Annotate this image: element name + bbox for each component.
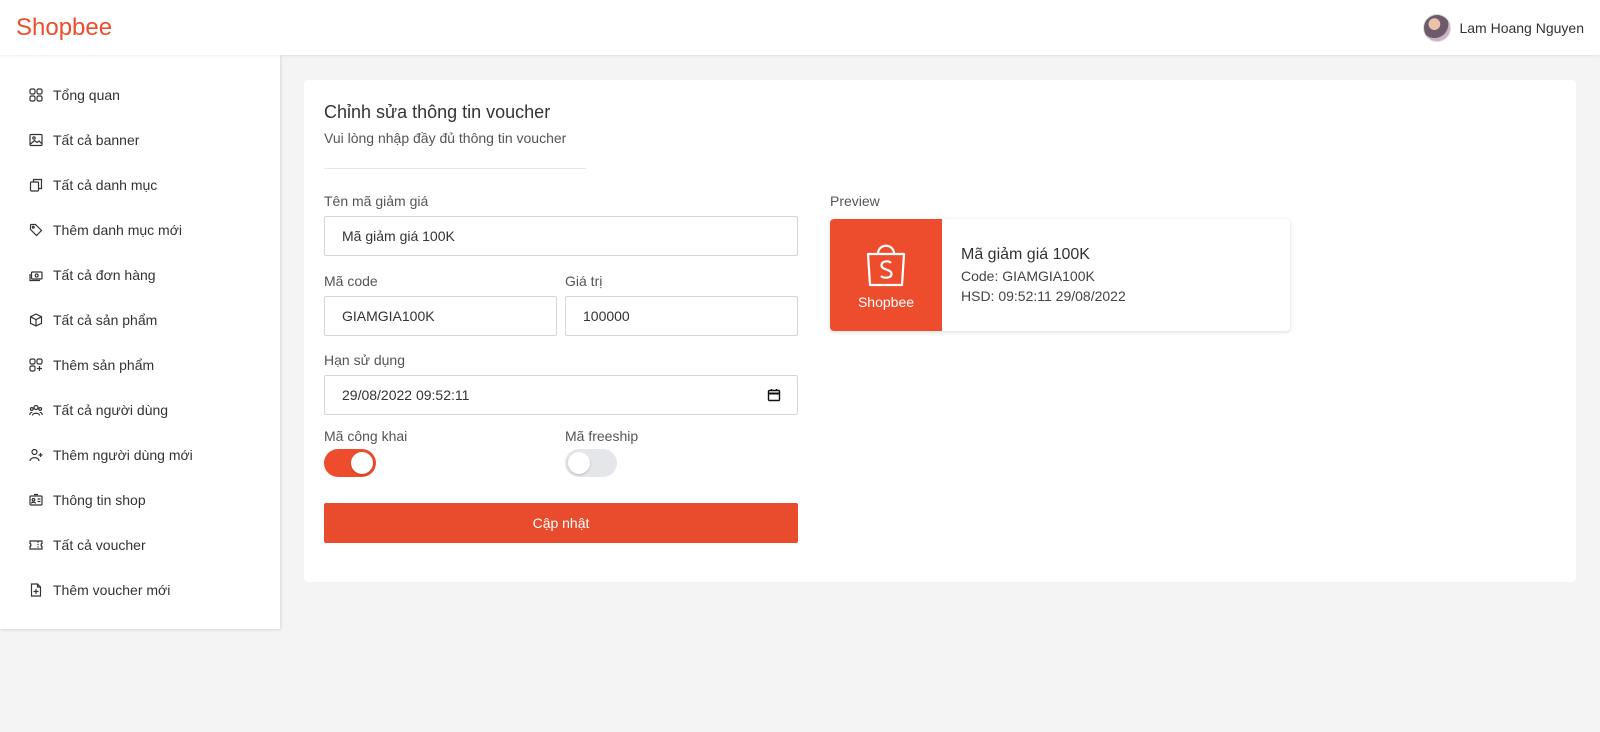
voucher-name-value: Mã giảm giá 100K [342, 228, 455, 244]
top-header: Shopbee Lam Hoang Nguyen [0, 0, 1600, 55]
sidebar-item-vouchers[interactable]: Tất cả voucher [0, 522, 280, 567]
voucher-code-input[interactable]: GIAMGIA100K [324, 296, 557, 336]
calendar-icon[interactable] [767, 388, 781, 402]
toggle-knob [568, 452, 590, 474]
sidebar-item-label: Tổng quan [53, 86, 120, 103]
brand-logo[interactable]: Shopbee [16, 14, 112, 42]
sidebar-item-label: Thêm người dùng mới [53, 446, 193, 463]
preview-brand-name: Shopbee [857, 294, 915, 310]
update-button[interactable]: Cập nhật [324, 503, 798, 543]
cash-icon [29, 268, 43, 282]
shopping-bag-icon [866, 244, 906, 287]
voucher-code-label: Mã code [324, 273, 378, 289]
sidebar-item-add-user[interactable]: Thêm người dùng mới [0, 432, 280, 477]
sidebar-item-orders[interactable]: Tất cả đơn hàng [0, 252, 280, 297]
voucher-edit-card: Chỉnh sửa thông tin voucher Vui lòng nhậ… [304, 80, 1576, 582]
voucher-code-value: GIAMGIA100K [342, 308, 435, 324]
sidebar-item-label: Tất cả đơn hàng [53, 266, 156, 283]
sidebar-item-overview[interactable]: Tổng quan [0, 72, 280, 117]
preview-brand-panel: Shopbee [830, 219, 942, 331]
sidebar-item-label: Tất cả người dùng [53, 401, 169, 418]
user-plus-icon [29, 448, 43, 462]
ticket-icon [29, 538, 43, 552]
sidebar-item-add-category[interactable]: Thêm danh mục mới [0, 207, 280, 252]
sidebar-item-products[interactable]: Tất cả sản phẩm [0, 297, 280, 342]
voucher-value-input[interactable]: 100000 [565, 296, 798, 336]
sidebar-item-label: Thêm danh mục mới [53, 221, 183, 238]
expiry-label: Hạn sử dụng [324, 352, 405, 368]
sidebar-item-add-product[interactable]: Thêm sản phẩm [0, 342, 280, 387]
id-card-icon [29, 493, 43, 507]
voucher-value-value: 100000 [583, 308, 630, 324]
expiry-datetime-input[interactable]: 29/08/2022 09:52:11 [324, 375, 798, 415]
preview-voucher-title: Mã giảm giá 100K [961, 246, 1090, 263]
voucher-name-label: Tên mã giảm giá [324, 193, 429, 209]
avatar [1423, 13, 1452, 42]
grid-plus-icon [29, 357, 43, 372]
sidebar: Tổng quan Tất cả banner Tất cả danh mục … [0, 55, 280, 629]
sidebar-item-banners[interactable]: Tất cả banner [0, 117, 280, 162]
tag-icon [29, 223, 43, 237]
sidebar-item-label: Tất cả sản phẩm [53, 311, 158, 328]
voucher-preview-card: Shopbee Mã giảm giá 100K Code: GIAMGIA10… [830, 219, 1290, 331]
sidebar-item-users[interactable]: Tất cả người dùng [0, 387, 280, 432]
expiry-value: 29/08/2022 09:52:11 [342, 387, 470, 403]
sidebar-item-add-voucher[interactable]: Thêm voucher mới [0, 567, 280, 612]
sidebar-item-label: Tất cả banner [53, 131, 140, 148]
freeship-toggle[interactable] [565, 449, 617, 477]
copy-icon [29, 178, 43, 192]
divider [324, 168, 586, 169]
public-code-label: Mã công khai [324, 428, 408, 444]
file-plus-icon [29, 582, 43, 597]
box-icon [29, 312, 43, 327]
voucher-name-input[interactable]: Mã giảm giá 100K [324, 216, 798, 256]
sidebar-item-categories[interactable]: Tất cả danh mục [0, 162, 280, 207]
preview-label: Preview [830, 193, 880, 209]
preview-voucher-expiry: HSD: 09:52:11 29/08/2022 [961, 288, 1126, 304]
user-name: Lam Hoang Nguyen [1459, 19, 1584, 36]
sidebar-item-shop-info[interactable]: Thông tin shop [0, 477, 280, 522]
image-icon [29, 133, 43, 147]
page-subtitle: Vui lòng nhập đầy đủ thông tin voucher [324, 130, 567, 146]
public-code-toggle[interactable] [324, 449, 376, 477]
user-menu[interactable]: Lam Hoang Nguyen [1423, 13, 1584, 42]
users-icon [29, 403, 43, 417]
voucher-value-label: Giá trị [565, 273, 603, 289]
toggle-knob [351, 452, 373, 474]
sidebar-item-label: Tất cả danh mục [53, 176, 158, 193]
sidebar-item-label: Tất cả voucher [53, 536, 146, 553]
sidebar-item-label: Thêm sản phẩm [53, 356, 155, 373]
grid-icon [29, 87, 43, 102]
sidebar-item-label: Thêm voucher mới [53, 581, 171, 598]
freeship-label: Mã freeship [565, 428, 639, 444]
preview-voucher-code: Code: GIAMGIA100K [961, 268, 1095, 284]
sidebar-item-label: Thông tin shop [53, 491, 146, 508]
page-title: Chỉnh sửa thông tin voucher [324, 102, 551, 122]
